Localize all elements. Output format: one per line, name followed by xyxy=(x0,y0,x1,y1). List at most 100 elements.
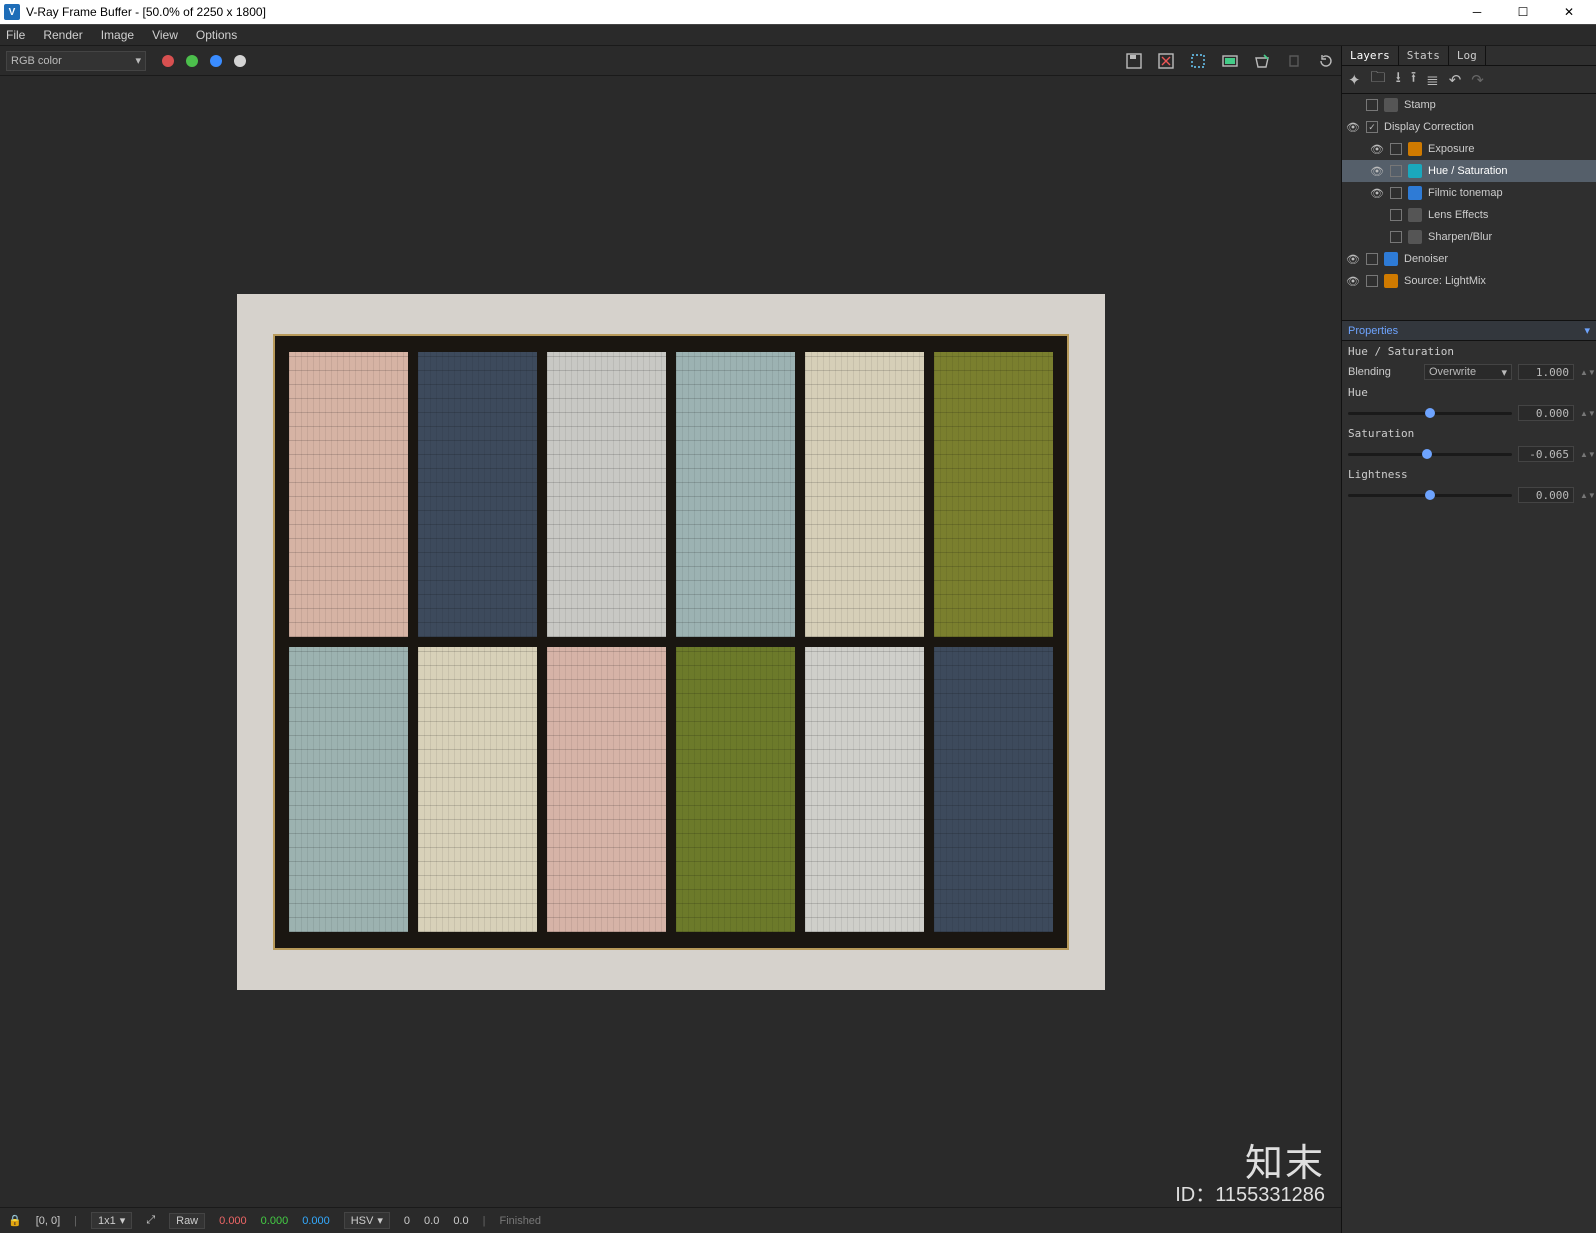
layer-row[interactable]: 👁 Denoiser xyxy=(1342,248,1596,270)
close-button[interactable]: ✕ xyxy=(1546,0,1592,24)
region-icon[interactable] xyxy=(1189,52,1207,70)
layer-label: Source: LightMix xyxy=(1404,275,1486,287)
tab-log[interactable]: Log xyxy=(1449,46,1486,65)
spinner-icon[interactable]: ▲▼ xyxy=(1580,451,1590,458)
menu-render[interactable]: Render xyxy=(43,28,82,42)
delete-image-icon[interactable] xyxy=(1157,52,1175,70)
lock-icon[interactable]: 🔒 xyxy=(8,1214,22,1227)
visibility-icon[interactable]: 👁 xyxy=(1370,187,1384,200)
material-swatch xyxy=(805,352,924,637)
layer-checkbox[interactable] xyxy=(1390,143,1402,155)
layer-label: Display Correction xyxy=(1384,121,1474,133)
material-swatch xyxy=(547,647,666,932)
render-state: Finished xyxy=(499,1215,541,1227)
zoom-select[interactable]: 1x1▾ xyxy=(91,1212,132,1229)
right-panel: Layers Stats Log ✦ 🗀 ⭳ ⭱ ≣ ↶ ↷ Stamp 👁 ✓ Di… xyxy=(1341,46,1596,1233)
layer-checkbox[interactable] xyxy=(1366,253,1378,265)
list-icon[interactable]: ≣ xyxy=(1426,71,1439,89)
blue-channel-button[interactable] xyxy=(210,55,222,67)
alpha-channel-button[interactable] xyxy=(234,55,246,67)
channel-select[interactable]: RGB color ▾ xyxy=(6,51,146,71)
material-swatch xyxy=(289,647,408,932)
visibility-icon[interactable]: 👁 xyxy=(1346,253,1360,266)
history-next-icon[interactable] xyxy=(1317,52,1335,70)
layer-label: Stamp xyxy=(1404,99,1436,111)
raw-r: 0.000 xyxy=(219,1215,247,1227)
layer-row[interactable]: 👁Hue / Saturation xyxy=(1342,160,1596,182)
redo-icon[interactable]: ↷ xyxy=(1471,71,1484,89)
menu-bar: File Render Image View Options xyxy=(0,24,1596,46)
material-swatch xyxy=(418,647,537,932)
layer-type-icon xyxy=(1408,164,1422,178)
saturation-slider[interactable] xyxy=(1348,453,1512,456)
layer-checkbox[interactable] xyxy=(1390,165,1402,177)
material-swatch xyxy=(676,352,795,637)
red-channel-button[interactable] xyxy=(162,55,174,67)
properties-header[interactable]: Properties ▾ xyxy=(1342,320,1596,341)
save-preset-icon[interactable]: ⭱ xyxy=(1411,67,1416,92)
add-layer-icon[interactable]: ✦ xyxy=(1348,71,1361,89)
compare-icon[interactable] xyxy=(1221,52,1239,70)
blending-amount-input[interactable] xyxy=(1518,364,1574,380)
collapse-icon[interactable]: ▾ xyxy=(1584,324,1590,337)
menu-view[interactable]: View xyxy=(152,28,178,42)
properties-title: Properties xyxy=(1348,325,1398,337)
visibility-icon[interactable]: 👁 xyxy=(1370,165,1384,178)
lightness-label: Lightness xyxy=(1348,468,1590,481)
tab-layers[interactable]: Layers xyxy=(1342,46,1399,65)
menu-options[interactable]: Options xyxy=(196,28,237,42)
raw-toggle[interactable]: Raw xyxy=(169,1213,205,1229)
spinner-icon[interactable]: ▲▼ xyxy=(1580,410,1590,417)
layer-row[interactable]: 👁Filmic tonemap xyxy=(1342,182,1596,204)
layer-row[interactable]: Sharpen/Blur xyxy=(1342,226,1596,248)
green-channel-button[interactable] xyxy=(186,55,198,67)
chevron-down-icon: ▾ xyxy=(135,54,141,67)
blending-select[interactable]: Overwrite▾ xyxy=(1424,364,1512,380)
layer-type-icon xyxy=(1408,230,1422,244)
history-prev-icon[interactable] xyxy=(1285,52,1303,70)
maximize-button[interactable]: ☐ xyxy=(1500,0,1546,24)
bucket-icon[interactable] xyxy=(1253,52,1271,70)
spinner-icon[interactable]: ▲▼ xyxy=(1580,492,1590,499)
layer-row[interactable]: Stamp xyxy=(1342,94,1596,116)
layer-checkbox[interactable] xyxy=(1390,187,1402,199)
undo-icon[interactable]: ↶ xyxy=(1449,71,1462,89)
visibility-icon[interactable]: 👁 xyxy=(1346,121,1360,134)
layer-row[interactable]: 👁 Source: LightMix xyxy=(1342,270,1596,292)
layer-checkbox[interactable] xyxy=(1390,231,1402,243)
layer-row[interactable]: Lens Effects xyxy=(1342,204,1596,226)
visibility-icon[interactable]: 👁 xyxy=(1370,143,1384,156)
layer-checkbox[interactable] xyxy=(1366,275,1378,287)
material-swatch xyxy=(934,352,1053,637)
visibility-icon[interactable]: 👁 xyxy=(1346,275,1360,288)
hue-slider[interactable] xyxy=(1348,412,1512,415)
saturation-input[interactable] xyxy=(1518,446,1574,462)
blending-label: Blending xyxy=(1348,366,1418,378)
minimize-button[interactable]: ─ xyxy=(1454,0,1500,24)
folder-icon[interactable]: 🗀 xyxy=(1371,67,1386,92)
hue-input[interactable] xyxy=(1518,405,1574,421)
menu-image[interactable]: Image xyxy=(101,28,134,42)
render-viewport[interactable]: 知末 ID：1155331286 xyxy=(0,76,1341,1207)
material-swatch xyxy=(934,647,1053,932)
save-icon[interactable] xyxy=(1125,52,1143,70)
layer-checkbox[interactable] xyxy=(1390,209,1402,221)
load-icon[interactable]: ⭳ xyxy=(1396,67,1401,92)
spinner-icon[interactable]: ▲▼ xyxy=(1580,369,1590,376)
layer-checkbox[interactable]: ✓ xyxy=(1366,121,1378,133)
app-icon: V xyxy=(4,4,20,20)
tab-stats[interactable]: Stats xyxy=(1399,46,1449,65)
mode-select[interactable]: HSV▾ xyxy=(344,1212,390,1229)
menu-file[interactable]: File xyxy=(6,28,25,42)
layer-label: Denoiser xyxy=(1404,253,1448,265)
lightness-input[interactable] xyxy=(1518,487,1574,503)
lightness-slider[interactable] xyxy=(1348,494,1512,497)
material-swatch xyxy=(418,352,537,637)
curve-icon[interactable]: ⤢ xyxy=(146,1214,155,1227)
layer-checkbox[interactable] xyxy=(1366,99,1378,111)
layer-row[interactable]: 👁 ✓ Display Correction xyxy=(1342,116,1596,138)
material-swatch xyxy=(676,647,795,932)
render-image xyxy=(237,294,1105,990)
window-title: V-Ray Frame Buffer - [50.0% of 2250 x 18… xyxy=(26,5,266,19)
layer-row[interactable]: 👁Exposure xyxy=(1342,138,1596,160)
